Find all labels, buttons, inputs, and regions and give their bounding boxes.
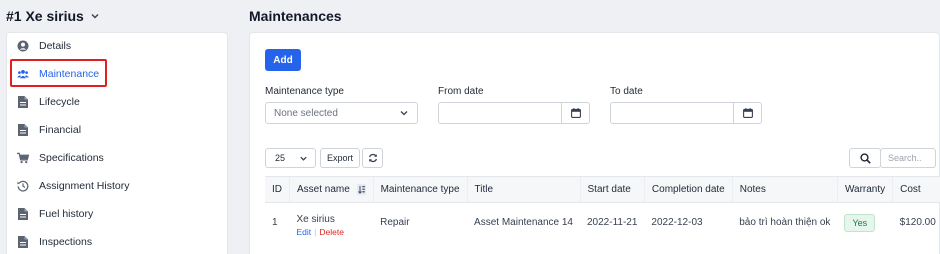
- sidebar-item-label: Specifications: [39, 152, 104, 164]
- maintenance-type-select[interactable]: None selected: [265, 102, 418, 124]
- column-header-warranty[interactable]: Warranty: [836, 176, 893, 203]
- chevron-down-icon: [300, 156, 307, 161]
- sidebar-item-lifecycle[interactable]: Lifecycle: [7, 89, 229, 115]
- sidebar-item-inspections[interactable]: Inspections: [7, 229, 229, 254]
- cell-id: 1: [272, 217, 278, 229]
- search-input[interactable]: Search..: [880, 148, 936, 168]
- document-icon: [17, 124, 29, 136]
- cell-title: Asset Maintenance 14: [474, 217, 573, 229]
- asset-selector[interactable]: #1 Xe sirius: [6, 8, 100, 24]
- asset-title: #1 Xe sirius: [6, 8, 84, 24]
- to-date-label: To date: [610, 86, 643, 97]
- sidebar-item-label: Fuel history: [39, 208, 94, 220]
- page: #1 Xe sirius Details Maintenance Lifecyc…: [0, 0, 940, 254]
- history-icon: [17, 180, 29, 192]
- column-header-title[interactable]: Title: [466, 176, 580, 203]
- from-date-label: From date: [438, 86, 484, 97]
- sidebar-item-fuel-history[interactable]: Fuel history: [7, 201, 229, 227]
- sidebar-item-label: Details: [39, 40, 72, 52]
- refresh-button[interactable]: [362, 148, 383, 168]
- export-label: Export: [326, 153, 353, 163]
- column-header-label: Asset name: [297, 184, 350, 196]
- edit-link[interactable]: Edit: [297, 227, 312, 237]
- calendar-icon: [570, 108, 581, 118]
- sidebar-item-assignment-history[interactable]: Assignment History: [7, 173, 229, 199]
- search-placeholder: Search..: [888, 153, 922, 163]
- row-actions: Edit | Delete: [297, 227, 367, 237]
- sidebar-item-financial[interactable]: Financial: [7, 117, 229, 143]
- sort-icon: [356, 183, 366, 195]
- maintenance-type-label: Maintenance type: [265, 86, 344, 97]
- sidebar-item-label: Inspections: [39, 236, 93, 248]
- calendar-button[interactable]: [733, 103, 761, 123]
- from-date-input[interactable]: [438, 102, 590, 124]
- cart-icon: [17, 152, 29, 164]
- cell-start-date: 2022-11-21: [587, 217, 638, 229]
- sidebar-item-maintenance[interactable]: Maintenance: [7, 61, 229, 87]
- refresh-icon: [368, 153, 377, 163]
- cell-asset-name: Xe sirius Edit | Delete: [290, 203, 374, 243]
- cell-cost: $120.00: [899, 217, 936, 229]
- add-button[interactable]: Add: [265, 49, 301, 71]
- cell-notes: bảo trì hoàn thiện ok: [739, 217, 831, 229]
- search-button[interactable]: [849, 148, 881, 168]
- column-header-completion-date[interactable]: Completion date: [643, 176, 733, 203]
- cell-warranty: Yes: [837, 203, 892, 243]
- maintenance-type-placeholder: None selected: [274, 107, 338, 119]
- export-button[interactable]: Export: [320, 148, 360, 168]
- cell-completion-date: 2022-12-03: [651, 217, 703, 229]
- users-icon: [17, 68, 29, 80]
- calendar-button[interactable]: [561, 103, 589, 123]
- sidebar-item-specifications[interactable]: Specifications: [7, 145, 229, 171]
- search-icon: [859, 152, 871, 164]
- sidebar-item-label: Maintenance: [39, 68, 100, 80]
- column-header-maintenance-type[interactable]: Maintenance type: [372, 176, 468, 203]
- sidebar-item-label: Financial: [39, 124, 82, 136]
- sidebar-item-label: Lifecycle: [39, 96, 80, 108]
- document-icon: [17, 96, 29, 108]
- sidebar-item-details[interactable]: Details: [7, 33, 229, 59]
- column-header-asset-name[interactable]: Asset name: [289, 176, 374, 203]
- action-separator: |: [314, 227, 317, 238]
- chevron-down-icon: [91, 14, 99, 19]
- column-header-id[interactable]: ID: [265, 176, 290, 203]
- column-header-notes[interactable]: Notes: [731, 176, 838, 203]
- document-icon: [17, 208, 29, 220]
- calendar-icon: [742, 108, 753, 118]
- table-header-row: ID Asset name Maintenance type Title Sta…: [265, 176, 940, 203]
- sidebar: Details Maintenance Lifecycle Financial …: [6, 32, 228, 254]
- page-size-value: 25: [275, 153, 286, 163]
- page-title: Maintenances: [249, 8, 342, 24]
- chevron-down-icon: [400, 111, 408, 116]
- to-date-input[interactable]: [610, 102, 762, 124]
- cell-maintenance-type: Repair: [380, 217, 410, 229]
- page-size-select[interactable]: 25: [265, 148, 316, 168]
- user-circle-icon: [17, 40, 29, 52]
- delete-link[interactable]: Delete: [319, 227, 344, 237]
- document-icon: [17, 236, 29, 248]
- asset-name-text: Xe sirius: [296, 214, 335, 226]
- table-row: 1 Xe sirius Edit | Delete Repair Asset Mai…: [265, 203, 940, 243]
- warranty-badge: Yes: [844, 213, 876, 232]
- column-header-cost[interactable]: Cost: [892, 176, 940, 203]
- column-header-start-date[interactable]: Start date: [579, 176, 645, 203]
- maintenance-table: ID Asset name Maintenance type Title Sta…: [265, 176, 940, 243]
- sidebar-item-label: Assignment History: [39, 180, 130, 192]
